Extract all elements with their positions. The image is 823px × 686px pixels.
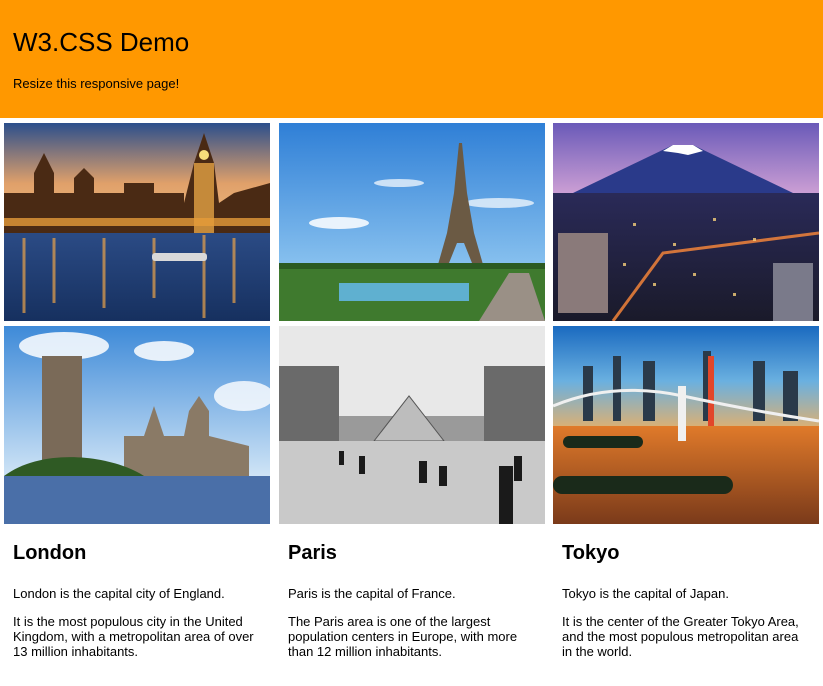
city-column-london: London London is the capital city of Eng… bbox=[13, 540, 263, 659]
city-column-paris: Paris Paris is the capital of France. Th… bbox=[288, 540, 538, 659]
paris-louvre-photo bbox=[279, 326, 545, 524]
tokyo-fuji-photo bbox=[553, 123, 819, 321]
page-subtitle: Resize this responsive page! bbox=[13, 76, 180, 91]
tokyo-bridge-photo bbox=[553, 326, 819, 524]
city-intro: Tokyo is the capital of Japan. bbox=[562, 586, 729, 601]
london-day-photo bbox=[4, 326, 270, 524]
city-intro: Paris is the capital of France. bbox=[288, 586, 456, 601]
page-title: W3.CSS Demo bbox=[13, 27, 190, 57]
city-heading: London bbox=[13, 542, 87, 564]
city-heading: Paris bbox=[288, 542, 337, 564]
city-column-tokyo: Tokyo Tokyo is the capital of Japan. It … bbox=[562, 540, 812, 659]
city-description: It is the most populous city in the Unit… bbox=[13, 614, 254, 659]
paris-eiffel-photo bbox=[279, 123, 545, 321]
city-intro: London is the capital city of England. bbox=[13, 586, 225, 601]
city-description: It is the center of the Greater Tokyo Ar… bbox=[562, 614, 799, 659]
london-night-photo bbox=[4, 123, 270, 321]
city-description: The Paris area is one of the largest pop… bbox=[288, 614, 518, 659]
city-heading: Tokyo bbox=[562, 542, 620, 564]
page-header: W3.CSS Demo Resize this responsive page! bbox=[0, 0, 823, 118]
